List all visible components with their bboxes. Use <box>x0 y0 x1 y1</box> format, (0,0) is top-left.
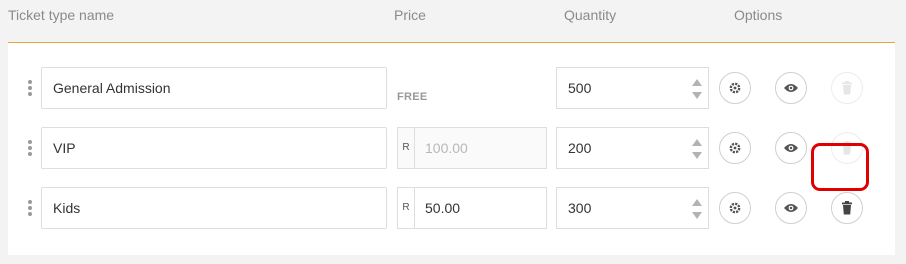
currency-label: R <box>398 128 415 168</box>
currency-label: R <box>398 188 415 228</box>
column-header-name: Ticket type name <box>8 7 115 23</box>
quantity-value: 300 <box>568 200 592 216</box>
decrement-arrow-icon[interactable] <box>692 152 702 159</box>
increment-arrow-icon[interactable] <box>692 199 702 206</box>
gear-icon <box>729 82 741 94</box>
drag-handle-icon[interactable] <box>26 80 34 98</box>
eye-icon <box>784 84 798 92</box>
decrement-arrow-icon[interactable] <box>692 212 702 219</box>
ticket-name-input[interactable]: General Admission <box>41 67 387 109</box>
price-free-label: FREE <box>397 91 428 103</box>
visibility-button[interactable] <box>775 192 807 224</box>
ticket-list: General Admission FREE 500 VIP R 100.00 … <box>8 42 895 255</box>
gear-icon <box>729 142 741 154</box>
price-value: 50.00 <box>425 200 461 216</box>
trash-icon <box>842 201 852 215</box>
ticket-row: General Admission FREE 500 <box>8 67 895 111</box>
quantity-input[interactable]: 300 <box>556 187 709 229</box>
visibility-button[interactable] <box>775 72 807 104</box>
ticket-name-input[interactable]: Kids <box>41 187 387 229</box>
quantity-input[interactable]: 200 <box>556 127 709 169</box>
delete-button[interactable] <box>831 72 863 104</box>
delete-button[interactable] <box>831 192 863 224</box>
ticket-name-input[interactable]: VIP <box>41 127 387 169</box>
visibility-button[interactable] <box>775 132 807 164</box>
table-header: Ticket type name Price Quantity Options <box>0 0 906 34</box>
ticket-row: VIP R 100.00 200 <box>8 127 895 171</box>
settings-button[interactable] <box>719 192 751 224</box>
quantity-value: 200 <box>568 140 592 156</box>
trash-icon <box>842 81 852 95</box>
eye-icon <box>784 204 798 212</box>
price-input[interactable]: R 100.00 <box>397 127 547 169</box>
gear-icon <box>729 202 741 214</box>
ticket-row: Kids R 50.00 300 <box>8 187 895 231</box>
drag-handle-icon[interactable] <box>26 140 34 158</box>
settings-button[interactable] <box>719 132 751 164</box>
increment-arrow-icon[interactable] <box>692 79 702 86</box>
price-input[interactable]: R 50.00 <box>397 187 547 229</box>
decrement-arrow-icon[interactable] <box>692 92 702 99</box>
drag-handle-icon[interactable] <box>26 200 34 218</box>
quantity-value: 500 <box>568 80 592 96</box>
delete-button-highlight <box>811 143 869 191</box>
price-value: 100.00 <box>425 140 468 156</box>
eye-icon <box>784 144 798 152</box>
quantity-input[interactable]: 500 <box>556 67 709 109</box>
column-header-quantity: Quantity <box>564 7 617 23</box>
settings-button[interactable] <box>719 72 751 104</box>
column-header-price: Price <box>394 7 426 23</box>
column-header-options: Options <box>734 7 783 23</box>
increment-arrow-icon[interactable] <box>692 139 702 146</box>
